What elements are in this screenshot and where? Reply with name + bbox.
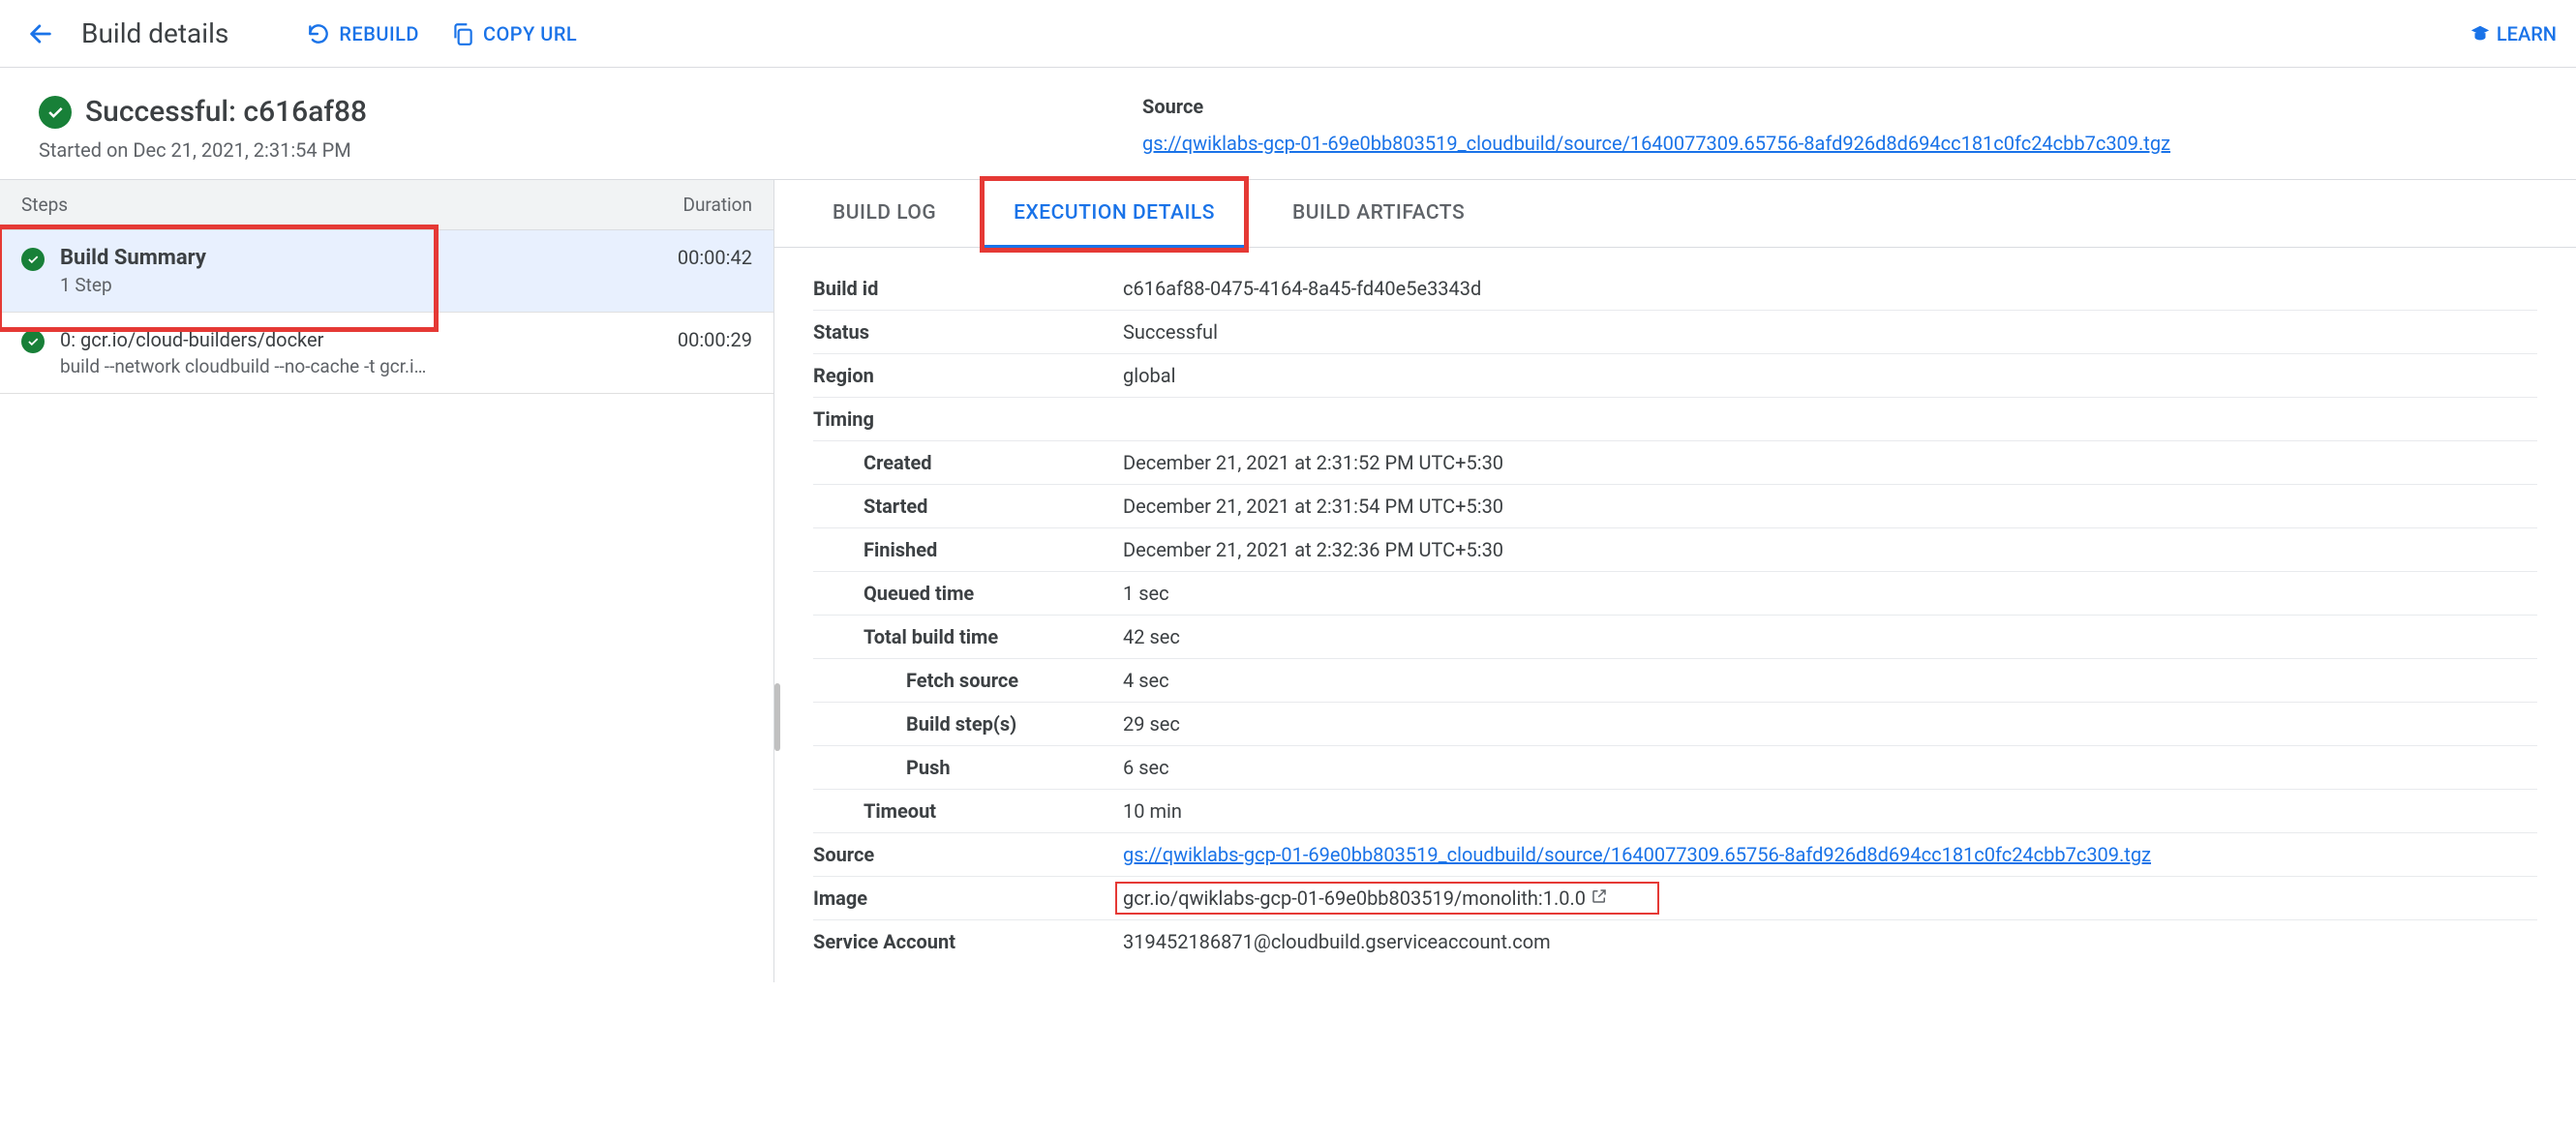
detail-label-timeout: Timeout xyxy=(813,799,1123,823)
detail-value-region: global xyxy=(1123,364,2537,387)
detail-label-fetch-source: Fetch source xyxy=(813,669,1123,692)
detail-label-push: Push xyxy=(813,756,1123,779)
copy-url-label: COPY URL xyxy=(483,22,577,45)
duration-column-header: Duration xyxy=(626,194,752,216)
arrow-left-icon xyxy=(27,20,54,47)
detail-value-timeout: 10 min xyxy=(1123,799,2537,823)
detail-label-started: Started xyxy=(813,495,1123,518)
detail-label-status: Status xyxy=(813,320,1123,344)
tab-build-artifacts[interactable]: BUILD ARTIFACTS xyxy=(1263,181,1494,248)
learn-button[interactable]: LEARN xyxy=(2470,22,2557,45)
learn-label: LEARN xyxy=(2497,22,2557,45)
detail-value-started: December 21, 2021 at 2:31:54 PM UTC+5:30 xyxy=(1123,495,2537,518)
source-link[interactable]: gs://qwiklabs-gcp-01-69e0bb803519_cloudb… xyxy=(1142,132,2170,155)
step-duration: 00:00:42 xyxy=(626,246,752,269)
detail-label-service-account: Service Account xyxy=(813,930,1123,953)
steps-column-header: Steps xyxy=(21,194,626,216)
detail-value-source-link[interactable]: gs://qwiklabs-gcp-01-69e0bb803519_cloudb… xyxy=(1123,843,2537,866)
rebuild-label: REBUILD xyxy=(339,22,419,45)
detail-label-timing: Timing xyxy=(813,407,1123,431)
external-link-icon xyxy=(1591,887,1608,905)
step-row-0[interactable]: 0: gcr.io/cloud-builders/docker build --… xyxy=(0,313,773,394)
copy-icon xyxy=(450,21,475,46)
step-sub: 1 Step xyxy=(60,274,626,296)
step-row-summary[interactable]: Build Summary 1 Step 00:00:42 xyxy=(0,230,773,313)
success-icon xyxy=(21,248,45,271)
step-duration: 00:00:29 xyxy=(626,328,752,351)
page-title: Build details xyxy=(81,17,228,49)
detail-value-total-build: 42 sec xyxy=(1123,625,2537,648)
detail-label-build-steps: Build step(s) xyxy=(813,712,1123,736)
detail-value-status: Successful xyxy=(1123,320,2537,344)
detail-value-queued: 1 sec xyxy=(1123,582,2537,605)
detail-label-queued: Queued time xyxy=(813,582,1123,605)
detail-label-finished: Finished xyxy=(813,538,1123,561)
step-sub: build --network cloudbuild --no-cache -t… xyxy=(60,355,626,377)
started-on: Started on Dec 21, 2021, 2:31:54 PM xyxy=(39,138,1084,162)
detail-label-source: Source xyxy=(813,843,1123,866)
rebuild-button[interactable]: REBUILD xyxy=(306,21,419,46)
step-title: 0: gcr.io/cloud-builders/docker xyxy=(60,328,626,351)
scrollbar-handle[interactable] xyxy=(774,683,780,751)
source-label: Source xyxy=(1142,95,2537,118)
detail-label-image: Image xyxy=(813,887,1123,910)
steps-panel: Steps Duration Build Summary 1 Step 00:0… xyxy=(0,180,774,982)
detail-value-build-steps: 29 sec xyxy=(1123,712,2537,736)
detail-value-created: December 21, 2021 at 2:31:52 PM UTC+5:30 xyxy=(1123,451,2537,474)
success-icon xyxy=(39,96,72,129)
tab-build-log[interactable]: BUILD LOG xyxy=(803,181,965,248)
detail-value-push: 6 sec xyxy=(1123,756,2537,779)
detail-panel: BUILD LOG EXECUTION DETAILS BUILD ARTIFA… xyxy=(774,180,2576,982)
detail-label-created: Created xyxy=(813,451,1123,474)
build-status-title: Successful: c616af88 xyxy=(85,95,367,129)
detail-label-total-build: Total build time xyxy=(813,625,1123,648)
detail-value-service-account: 319452186871@cloudbuild.gserviceaccount.… xyxy=(1123,930,2537,953)
back-button[interactable] xyxy=(19,13,62,55)
graduation-cap-icon xyxy=(2470,23,2491,45)
refresh-icon xyxy=(306,21,331,46)
copy-url-button[interactable]: COPY URL xyxy=(450,21,577,46)
tab-execution-details[interactable]: EXECUTION DETAILS xyxy=(985,181,1244,248)
detail-value-fetch-source: 4 sec xyxy=(1123,669,2537,692)
detail-label-build-id: Build id xyxy=(813,277,1123,300)
step-title: Build Summary xyxy=(60,246,626,270)
detail-value-image-link[interactable]: gcr.io/qwiklabs-gcp-01-69e0bb803519/mono… xyxy=(1123,887,1613,910)
success-icon xyxy=(21,330,45,353)
detail-value-finished: December 21, 2021 at 2:32:36 PM UTC+5:30 xyxy=(1123,538,2537,561)
detail-label-region: Region xyxy=(813,364,1123,387)
detail-value-build-id: c616af88-0475-4164-8a45-fd40e5e3343d xyxy=(1123,277,2537,300)
